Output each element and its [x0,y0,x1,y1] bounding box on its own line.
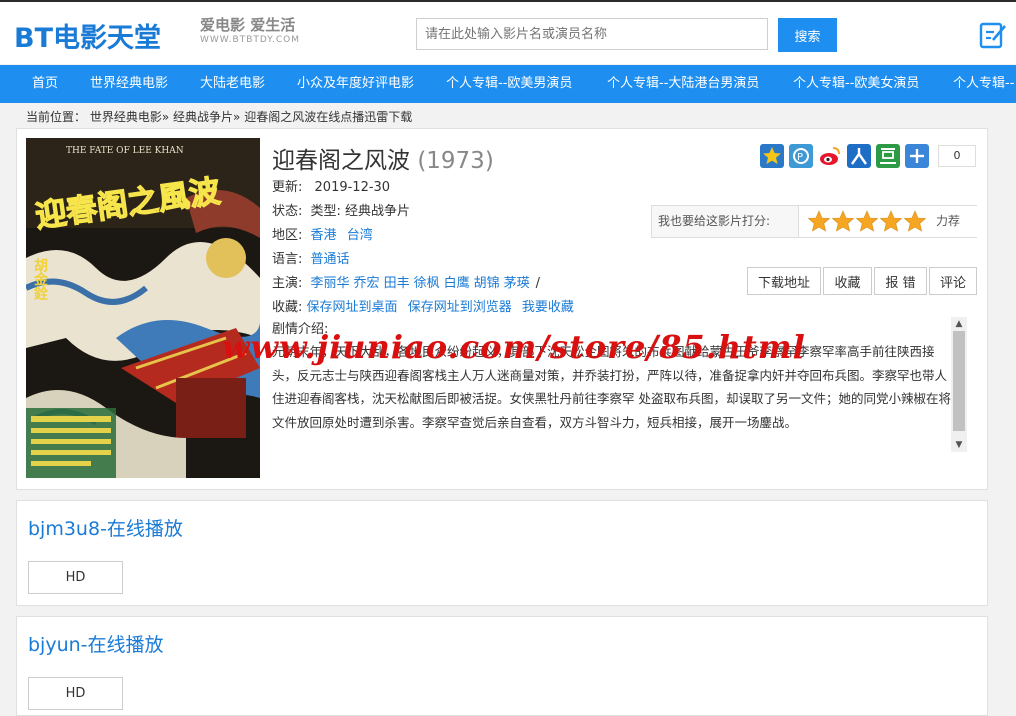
rating-stars: 力荐 [798,206,978,237]
svg-text:P: P [797,152,803,163]
bookmark-desktop-link[interactable]: 保存网址到桌面 [307,300,398,315]
cast-link[interactable]: 田丰 [384,276,410,291]
slogan-text: 爱电影 爱生活 [200,16,296,34]
info-bookmark: 收藏: 保存网址到桌面 保存网址到浏览器 我要收藏 [272,296,580,315]
nav-item-mainland-old[interactable]: 大陆老电影 [200,65,265,103]
breadcrumb-current: 迎春阁之风波在线点播迅雷下载 [244,110,413,124]
scroll-thumb[interactable] [953,331,965,431]
breadcrumb-label: 当前位置： [26,110,87,124]
language-label: 语言: [272,252,303,267]
douban-icon[interactable] [876,144,900,168]
rating-recommend-text: 力荐 [936,214,961,228]
bookmark-browser-link[interactable]: 保存网址到浏览器 [408,300,512,315]
nav-item-hk-tw-actors[interactable]: 个人专辑--大陆港台男演员 [607,65,759,103]
cast-link[interactable]: 茅瑛 [504,276,530,291]
info-region: 地区: 香港 台湾 [272,224,379,243]
comment-button[interactable]: 评论 [929,267,977,295]
movie-title-text: 迎春阁之风波 [272,148,410,174]
poster-top-text: THE FATE OF LEE KHAN [66,146,184,156]
download-button[interactable]: 下载地址 [747,267,821,295]
watermark-text: www.jiuniao.com/store/85.html [222,328,806,366]
qzone-star-icon[interactable] [760,144,784,168]
play-hd-button[interactable]: HD [28,677,123,710]
more-share-icon[interactable] [905,144,929,168]
play-hd-button[interactable]: HD [28,561,123,594]
share-count: 0 [938,145,976,167]
site-header: BT电影天堂 爱电影 爱生活 WWW.BTBTDY.COM 搜索 [0,2,1016,64]
nav-item-world-classic[interactable]: 世界经典电影 [90,65,168,103]
nav-item-western-actors[interactable]: 个人专辑--欧美男演员 [446,65,572,103]
scroll-down-icon[interactable]: ▼ [951,438,967,452]
cast-link[interactable]: 白鹰 [444,276,470,291]
breadcrumb-sep: » [161,110,170,124]
report-error-button[interactable]: 报 错 [874,267,927,295]
playlist-title: bjm3u8-在线播放 [28,518,183,540]
language-link[interactable]: 普通话 [311,252,350,267]
nav-item-niche-annual[interactable]: 小众及年度好评电影 [297,65,414,103]
breadcrumb-link-war[interactable]: 经典战争片 [173,110,233,124]
search-input[interactable] [416,18,768,50]
updated-label: 更新: [272,180,303,195]
updated-value: 2019-12-30 [314,180,391,195]
cast-link[interactable]: 胡锦 [474,276,500,291]
logo-slogan: 爱电影 爱生活 WWW.BTBTDY.COM [200,16,300,46]
poster-art: THE FATE OF LEE KHAN 迎春阁之風波 胡金銓 [26,138,260,478]
star-rating-icons[interactable] [799,206,929,237]
nav-item-western-actresses[interactable]: 个人专辑--欧美女演员 [793,65,919,103]
search-button[interactable]: 搜索 [778,18,837,52]
region-label: 地区: [272,228,303,243]
region-link-tw[interactable]: 台湾 [347,228,373,243]
status-value: 类型: 经典战争片 [310,204,411,219]
nav-item-home[interactable]: 首页 [32,65,58,103]
site-domain: WWW.BTBTDY.COM [200,35,300,45]
cast-link[interactable]: 李丽华 [311,276,350,291]
weibo-icon[interactable] [818,144,842,168]
plot-scrollbar[interactable]: ▲ ▼ [951,317,967,452]
playlist-title: bjyun-在线播放 [28,634,164,656]
movie-poster[interactable]: THE FATE OF LEE KHAN 迎春阁之風波 胡金銓 [26,138,260,478]
pengyou-icon[interactable]: P [789,144,813,168]
nav-item-more[interactable]: 个人专辑-- [953,65,1014,103]
info-status: 状态: 类型: 经典战争片 [272,200,410,219]
favorite-button[interactable]: 收藏 [823,267,872,295]
scroll-up-icon[interactable]: ▲ [951,317,967,331]
breadcrumb-sep: » [233,110,241,124]
cast-tail: / [535,276,541,291]
bookmark-label: 收藏: [272,300,303,315]
info-updated: 更新: 2019-12-30 [272,176,390,195]
movie-title: 迎春阁之风波 (1973) [272,141,494,175]
site-logo[interactable]: BT电影天堂 [14,16,161,55]
cast-link[interactable]: 徐枫 [414,276,440,291]
movie-year: (1973) [417,148,494,174]
renren-icon[interactable] [847,144,871,168]
breadcrumb-link-world-classic[interactable]: 世界经典电影 [90,110,162,124]
main-nav: 首页 世界经典电影 大陆老电影 小众及年度好评电影 个人专辑--欧美男演员 个人… [0,65,1016,103]
cast-link[interactable]: 乔宏 [354,276,380,291]
region-link-hk[interactable]: 香港 [311,228,337,243]
cast-label: 主演: [272,276,303,291]
rating-box: 我也要给这影片打分: 力荐 [651,205,978,238]
rating-label: 我也要给这影片打分: [658,214,771,228]
info-language: 语言: 普通话 [272,248,356,267]
breadcrumb: 当前位置： 世界经典电影» 经典战争片» 迎春阁之风波在线点播迅雷下载 [26,108,412,125]
status-label: 状态: [272,204,303,219]
edit-note-icon[interactable] [978,20,1008,50]
info-cast: 主演: 李丽华 乔宏 田丰 徐枫 白鹰 胡锦 茅瑛 / [272,272,540,291]
poster-director: 胡金銓 [32,257,49,301]
bookmark-favorite-link[interactable]: 我要收藏 [522,300,574,315]
